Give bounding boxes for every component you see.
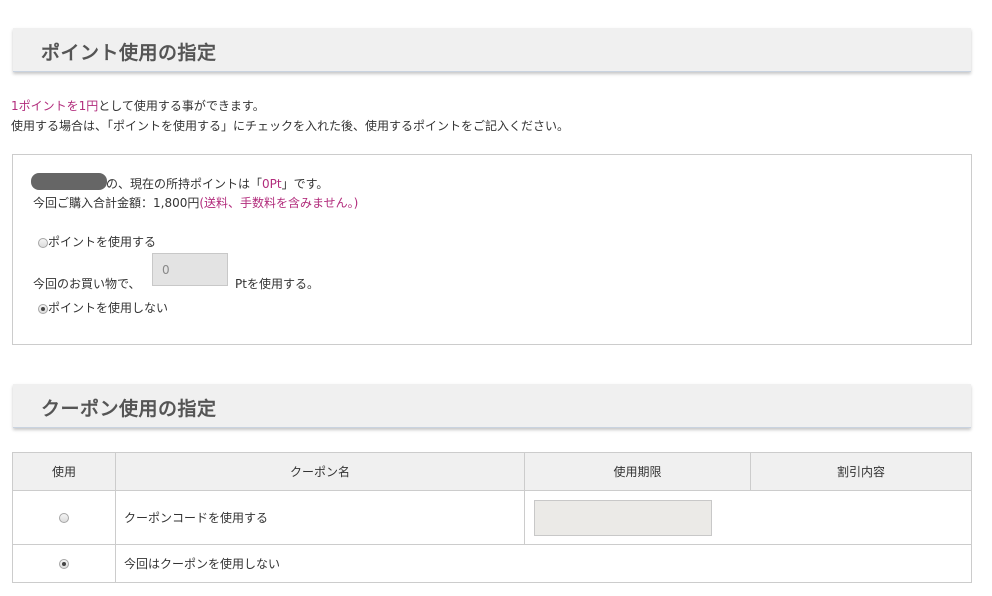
purchase-total-line: 今回ご購入合計金額：1,800円(送料、手数料を含みません。) [33,195,358,211]
point-rate-desc: として使用する事ができます。 [98,99,265,113]
coupon-code-cell [524,490,972,545]
coupon-code-radio[interactable] [59,513,69,523]
no-points-radio[interactable] [38,303,48,314]
coupon-code-input[interactable] [534,499,712,536]
amount-prefix: 今回のお買い物で、 [33,277,141,291]
point-usage-instructions: 使用する場合は、「ポイントを使用する」にチェックを入れた後、使用するポイントをご… [11,119,570,133]
use-points-radio[interactable] [38,237,48,248]
points-intro: 1ポイントを1円として使用する事ができます。 使用する場合は、「ポイントを使用す… [11,96,569,136]
coupon-code-radio-cell[interactable] [12,490,116,545]
point-rate-text: 1ポイントを1円 [11,99,99,113]
points-section-title: ポイント使用の指定 [41,42,217,64]
use-points-option[interactable]: ポイントを使用する [38,234,156,250]
points-section-header: ポイント使用の指定 [13,28,971,72]
no-points-option[interactable]: ポイントを使用しない [38,300,168,316]
amount-suffix: Ptを使用する。 [235,277,319,291]
coupon-code-label: クーポンコードを使用する [115,490,525,545]
col-header-expiry: 使用期限 [524,452,751,491]
current-points-value: 0Pt [262,177,282,191]
col-header-discount: 割引内容 [750,452,972,491]
table-row: クーポンコードを使用する [12,490,972,545]
no-coupon-radio-cell[interactable] [12,544,116,583]
points-amount-input[interactable]: 0 [152,253,228,286]
col-header-use: 使用 [12,452,116,491]
coupon-table: 使用 クーポン名 使用期限 割引内容 クーポンコードを使用する 今回はクーポンを… [12,452,972,583]
purchase-note: (送料、手数料を含みません。) [199,196,359,210]
no-coupon-radio[interactable] [59,559,69,569]
use-points-label: ポイントを使用する [48,235,157,249]
col-header-coupon-name: クーポン名 [115,452,525,491]
coupon-table-header: 使用 クーポン名 使用期限 割引内容 [12,452,972,491]
table-row: 今回はクーポンを使用しない [12,544,972,583]
no-points-label: ポイントを使用しない [48,301,169,315]
no-coupon-label: 今回はクーポンを使用しない [115,544,972,583]
purchase-total: 今回ご購入合計金額：1,800円 [33,196,200,210]
coupon-section-title: クーポン使用の指定 [41,398,217,420]
current-points-line: の、現在の所持ポイントは「0Pt」です。 [106,177,329,191]
coupon-section-header: クーポン使用の指定 [13,384,971,428]
redacted-username [31,173,107,190]
points-box: の、現在の所持ポイントは「0Pt」です。 今回ご購入合計金額：1,800円(送料… [12,154,972,345]
